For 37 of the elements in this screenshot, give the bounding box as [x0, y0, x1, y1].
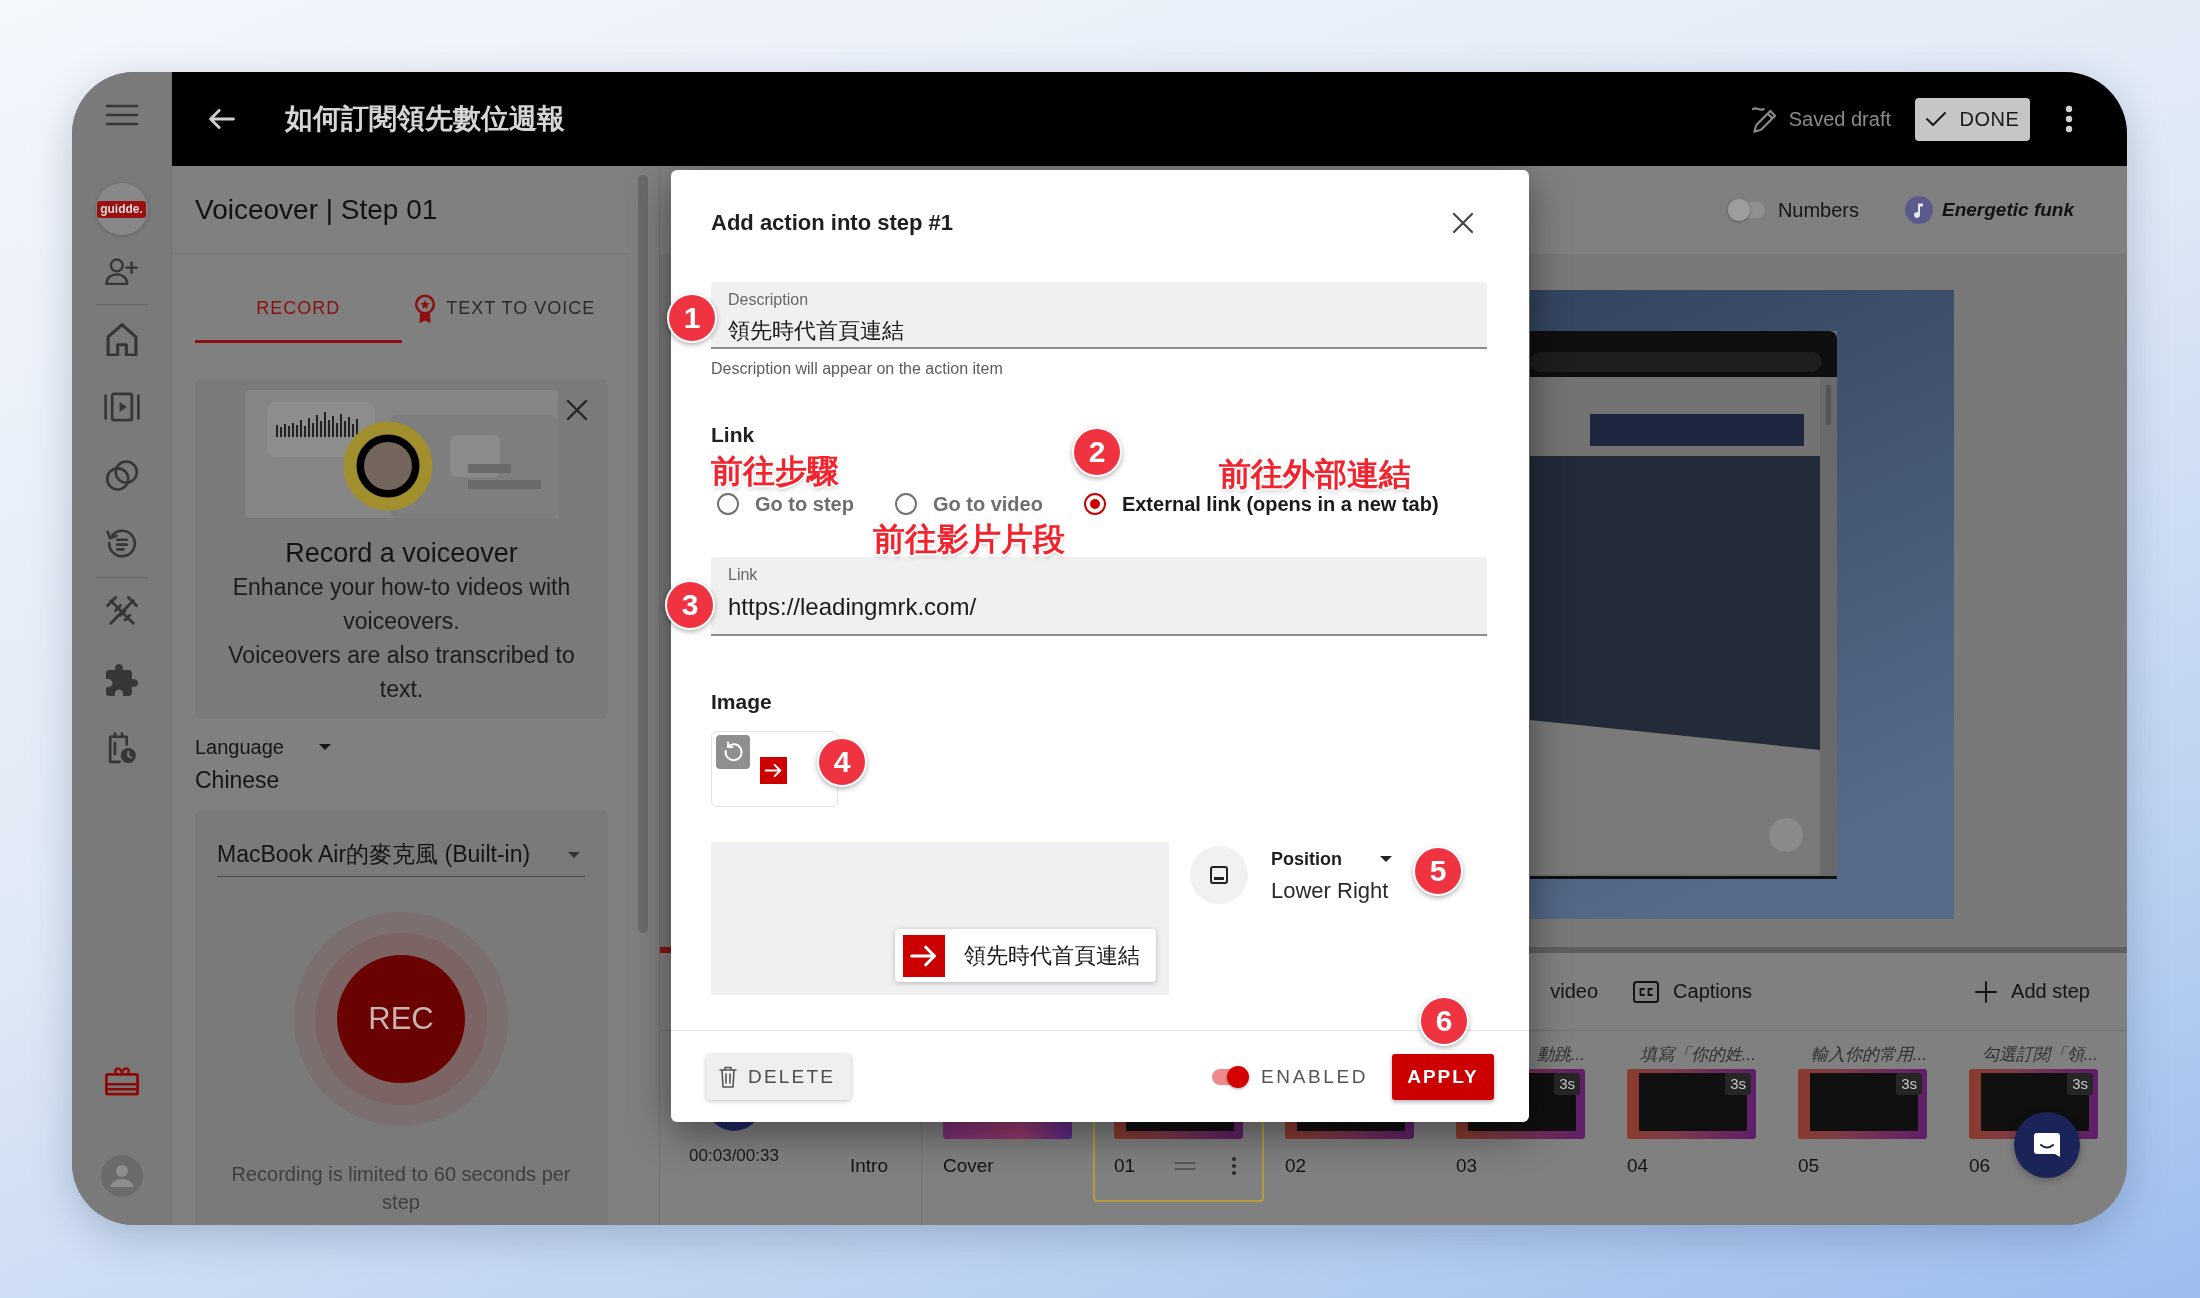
- card-title: Record a voiceover: [285, 537, 518, 570]
- step-caption: 輸入你的常用...: [1810, 1044, 1927, 1066]
- number-badge: 2: [1072, 427, 1122, 477]
- duration-label: 3s: [1554, 1073, 1580, 1095]
- step-label: 03: [1456, 1155, 1478, 1177]
- card-text: Enhance your how-to videos with voiceovers.: [231, 573, 572, 636]
- step-label: Cover: [943, 1155, 994, 1177]
- save-status: Saved draft: [1788, 107, 1891, 131]
- step-caption: 填寫「你的姓...: [1639, 1044, 1756, 1066]
- annotation-label: 前往步驟: [711, 453, 839, 489]
- step-label: 02: [1285, 1155, 1307, 1177]
- chip-label: 領先時代首頁連結: [964, 941, 1140, 970]
- duration-label: 3s: [1896, 1073, 1922, 1095]
- number-badge: 6: [1419, 996, 1469, 1046]
- guide-title: 如何訂閱領先數位週報: [285, 102, 565, 136]
- step-label: 05: [1798, 1155, 1820, 1177]
- enabled-label: ENABLED: [1261, 1065, 1368, 1088]
- helper-text: Description will appear on the action item: [711, 359, 1004, 379]
- section-heading: Image: [711, 689, 772, 715]
- step-label: 04: [1627, 1155, 1649, 1177]
- dialog-title: Add action into step #1: [711, 210, 954, 236]
- step-caption: 勾選訂閱「領...: [1981, 1044, 2098, 1066]
- number-badge: 4: [817, 737, 867, 787]
- time-readout: 00:03/00:33: [689, 1145, 779, 1167]
- step-label: 06: [1969, 1155, 1991, 1177]
- section-heading: Link: [711, 422, 755, 448]
- panel-title: Voiceover | Step 01: [195, 193, 438, 226]
- number-badge: 5: [1413, 846, 1463, 896]
- recording-note: Recording is limited to 60 seconds per step: [230, 1162, 572, 1215]
- duration-label: 3s: [2067, 1073, 2093, 1095]
- numbers-label: Numbers: [1777, 198, 1859, 222]
- annotation-label: 前往外部連結: [1219, 456, 1411, 492]
- step-label: 01: [1114, 1155, 1136, 1177]
- annotation-label: 前往影片片段: [873, 521, 1065, 557]
- step-caption: 動跳...: [1536, 1044, 1585, 1066]
- duration-label: 3s: [1725, 1073, 1751, 1095]
- card-text: Voiceovers are also transcribed to text.: [227, 641, 576, 704]
